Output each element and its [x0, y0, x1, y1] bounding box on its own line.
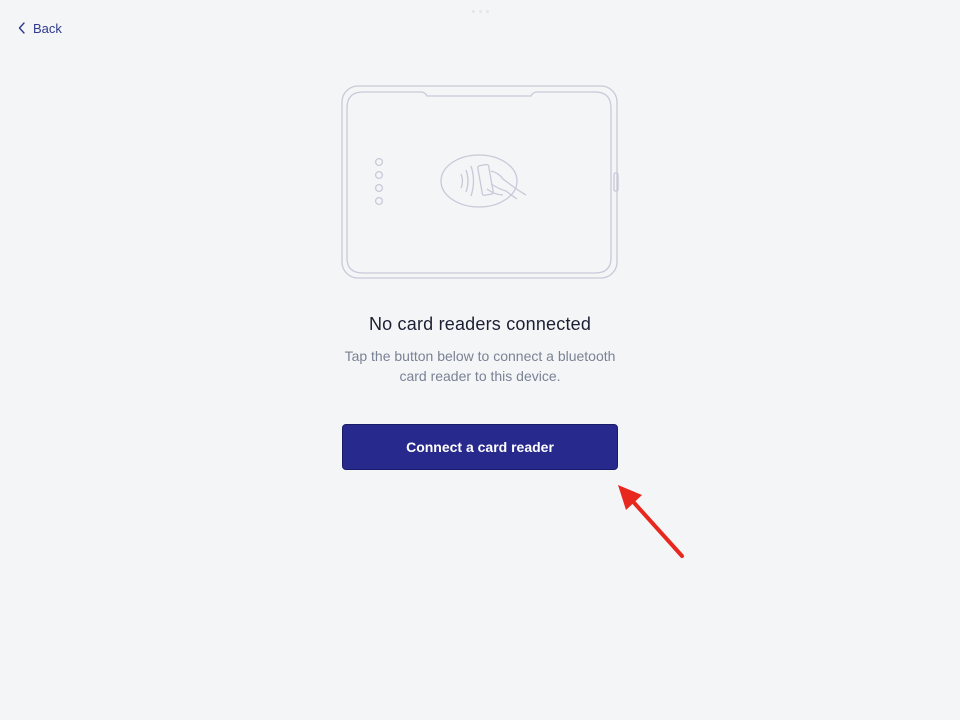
drag-handle[interactable] [470, 10, 490, 14]
connect-card-reader-button[interactable]: Connect a card reader [342, 424, 618, 470]
annotation-arrow-icon [618, 485, 684, 558]
drag-handle-dot [471, 10, 475, 13]
back-button[interactable]: Back [18, 18, 62, 38]
chevron-left-icon [18, 22, 25, 34]
empty-state-description: Tap the button below to connect a blueto… [344, 348, 616, 384]
card-reader-setup-screen: Back No card readers connected Tap the b… [0, 0, 960, 720]
card-reader-illustration [341, 85, 619, 279]
empty-state-title: No card readers connected [368, 314, 592, 334]
drag-handle-dot [478, 10, 482, 13]
drag-handle-dot [485, 10, 489, 13]
back-label: Back [33, 20, 62, 36]
